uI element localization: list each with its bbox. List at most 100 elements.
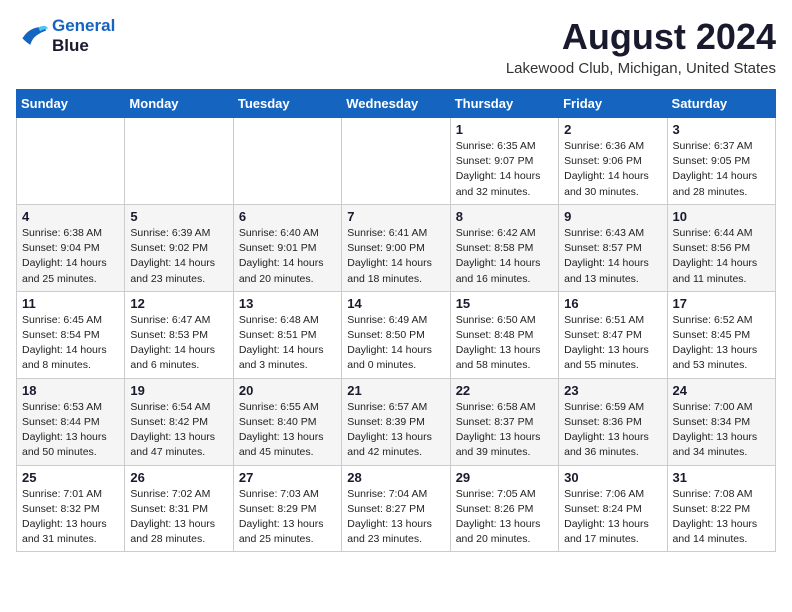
day-info: Sunrise: 6:59 AMSunset: 8:36 PMDaylight:… [564,400,661,461]
calendar-day-31: 31 Sunrise: 7:08 AMSunset: 8:22 PMDayligh… [667,465,775,552]
calendar-day-3: 3 Sunrise: 6:37 AMSunset: 9:05 PMDaylight… [667,118,775,205]
calendar-day-29: 29 Sunrise: 7:05 AMSunset: 8:26 PMDayligh… [450,465,558,552]
day-number: 2 [564,122,661,137]
day-info: Sunrise: 6:47 AMSunset: 8:53 PMDaylight:… [130,313,227,374]
day-info: Sunrise: 6:36 AMSunset: 9:06 PMDaylight:… [564,139,661,200]
day-info: Sunrise: 7:04 AMSunset: 8:27 PMDaylight:… [347,487,444,548]
calendar-day-7: 7Sunrise: 6:41 AMSunset: 9:00 PMDaylight… [342,204,450,291]
weekday-header-saturday: Saturday [667,90,775,118]
calendar-week-1: 1 Sunrise: 6:35 AMSunset: 9:07 PMDaylight… [17,118,776,205]
logo-icon [16,22,48,50]
day-info: Sunrise: 7:03 AMSunset: 8:29 PMDaylight:… [239,487,336,548]
day-number: 1 [456,122,553,137]
day-number: 10 [673,209,770,224]
day-number: 20 [239,383,336,398]
calendar-day-1: 1 Sunrise: 6:35 AMSunset: 9:07 PMDaylight… [450,118,558,205]
day-info: Sunrise: 7:08 AMSunset: 8:22 PMDaylight:… [673,487,770,548]
day-info: Sunrise: 6:58 AMSunset: 8:37 PMDaylight:… [456,400,553,461]
calendar-table: SundayMondayTuesdayWednesdayThursdayFrid… [16,89,776,552]
calendar-day-12: 12 Sunrise: 6:47 AMSunset: 8:53 PMDayligh… [125,291,233,378]
day-number: 28 [347,470,444,485]
day-number: 4 [22,209,119,224]
location-subtitle: Lakewood Club, Michigan, United States [506,60,776,77]
title-block: August 2024 Lakewood Club, Michigan, Uni… [506,16,776,77]
weekday-header-monday: Monday [125,90,233,118]
day-number: 11 [22,296,119,311]
day-number: 23 [564,383,661,398]
calendar-day-10: 10 Sunrise: 6:44 AMSunset: 8:56 PMDayligh… [667,204,775,291]
calendar-week-2: 4 Sunrise: 6:38 AMSunset: 9:04 PMDaylight… [17,204,776,291]
day-number: 6 [239,209,336,224]
day-info: Sunrise: 6:52 AMSunset: 8:45 PMDaylight:… [673,313,770,374]
calendar-day-25: 25 Sunrise: 7:01 AMSunset: 8:32 PMDayligh… [17,465,125,552]
calendar-empty [17,118,125,205]
weekday-header-wednesday: Wednesday [342,90,450,118]
day-number: 16 [564,296,661,311]
calendar-day-17: 17Sunrise: 6:52 AMSunset: 8:45 PMDayligh… [667,291,775,378]
day-info: Sunrise: 6:49 AMSunset: 8:50 PMDaylight:… [347,313,444,374]
day-number: 13 [239,296,336,311]
calendar-empty [233,118,341,205]
day-info: Sunrise: 7:06 AMSunset: 8:24 PMDaylight:… [564,487,661,548]
day-info: Sunrise: 6:38 AMSunset: 9:04 PMDaylight:… [22,226,119,287]
calendar-day-24: 24 Sunrise: 7:00 AMSunset: 8:34 PMDayligh… [667,378,775,465]
calendar-day-22: 22 Sunrise: 6:58 AMSunset: 8:37 PMDayligh… [450,378,558,465]
day-info: Sunrise: 6:51 AMSunset: 8:47 PMDaylight:… [564,313,661,374]
logo-text: General Blue [52,16,115,55]
day-info: Sunrise: 7:01 AMSunset: 8:32 PMDaylight:… [22,487,119,548]
month-title: August 2024 [506,16,776,58]
calendar-week-5: 25 Sunrise: 7:01 AMSunset: 8:32 PMDayligh… [17,465,776,552]
calendar-day-9: 9 Sunrise: 6:43 AMSunset: 8:57 PMDaylight… [559,204,667,291]
calendar-day-4: 4 Sunrise: 6:38 AMSunset: 9:04 PMDaylight… [17,204,125,291]
day-info: Sunrise: 7:02 AMSunset: 8:31 PMDaylight:… [130,487,227,548]
calendar-day-18: 18 Sunrise: 6:53 AMSunset: 8:44 PMDayligh… [17,378,125,465]
day-number: 12 [130,296,227,311]
calendar-day-23: 23 Sunrise: 6:59 AMSunset: 8:36 PMDayligh… [559,378,667,465]
day-info: Sunrise: 6:39 AMSunset: 9:02 PMDaylight:… [130,226,227,287]
calendar-day-2: 2 Sunrise: 6:36 AMSunset: 9:06 PMDaylight… [559,118,667,205]
day-info: Sunrise: 6:40 AMSunset: 9:01 PMDaylight:… [239,226,336,287]
weekday-header-sunday: Sunday [17,90,125,118]
calendar-day-16: 16 Sunrise: 6:51 AMSunset: 8:47 PMDayligh… [559,291,667,378]
calendar-day-8: 8 Sunrise: 6:42 AMSunset: 8:58 PMDaylight… [450,204,558,291]
weekday-header-friday: Friday [559,90,667,118]
day-number: 8 [456,209,553,224]
calendar-empty [342,118,450,205]
day-number: 7 [347,209,444,224]
page-header: General Blue August 2024 Lakewood Club, … [16,16,776,77]
day-info: Sunrise: 6:54 AMSunset: 8:42 PMDaylight:… [130,400,227,461]
day-info: Sunrise: 6:42 AMSunset: 8:58 PMDaylight:… [456,226,553,287]
day-number: 31 [673,470,770,485]
day-info: Sunrise: 6:50 AMSunset: 8:48 PMDaylight:… [456,313,553,374]
day-number: 25 [22,470,119,485]
day-number: 9 [564,209,661,224]
day-number: 19 [130,383,227,398]
day-info: Sunrise: 6:57 AMSunset: 8:39 PMDaylight:… [347,400,444,461]
day-info: Sunrise: 7:00 AMSunset: 8:34 PMDaylight:… [673,400,770,461]
calendar-day-14: 14Sunrise: 6:49 AMSunset: 8:50 PMDayligh… [342,291,450,378]
weekday-header-row: SundayMondayTuesdayWednesdayThursdayFrid… [17,90,776,118]
day-number: 22 [456,383,553,398]
weekday-header-thursday: Thursday [450,90,558,118]
calendar-day-20: 20 Sunrise: 6:55 AMSunset: 8:40 PMDayligh… [233,378,341,465]
day-info: Sunrise: 6:37 AMSunset: 9:05 PMDaylight:… [673,139,770,200]
day-info: Sunrise: 6:55 AMSunset: 8:40 PMDaylight:… [239,400,336,461]
day-info: Sunrise: 6:43 AMSunset: 8:57 PMDaylight:… [564,226,661,287]
day-info: Sunrise: 6:53 AMSunset: 8:44 PMDaylight:… [22,400,119,461]
day-info: Sunrise: 6:45 AMSunset: 8:54 PMDaylight:… [22,313,119,374]
day-number: 26 [130,470,227,485]
calendar-day-15: 15Sunrise: 6:50 AMSunset: 8:48 PMDayligh… [450,291,558,378]
day-number: 24 [673,383,770,398]
day-info: Sunrise: 6:48 AMSunset: 8:51 PMDaylight:… [239,313,336,374]
calendar-day-5: 5Sunrise: 6:39 AMSunset: 9:02 PMDaylight… [125,204,233,291]
day-number: 21 [347,383,444,398]
day-number: 3 [673,122,770,137]
calendar-day-11: 11 Sunrise: 6:45 AMSunset: 8:54 PMDayligh… [17,291,125,378]
calendar-day-26: 26 Sunrise: 7:02 AMSunset: 8:31 PMDayligh… [125,465,233,552]
day-info: Sunrise: 6:44 AMSunset: 8:56 PMDaylight:… [673,226,770,287]
day-number: 18 [22,383,119,398]
day-info: Sunrise: 7:05 AMSunset: 8:26 PMDaylight:… [456,487,553,548]
day-info: Sunrise: 6:35 AMSunset: 9:07 PMDaylight:… [456,139,553,200]
day-number: 29 [456,470,553,485]
calendar-day-21: 21 Sunrise: 6:57 AMSunset: 8:39 PMDayligh… [342,378,450,465]
